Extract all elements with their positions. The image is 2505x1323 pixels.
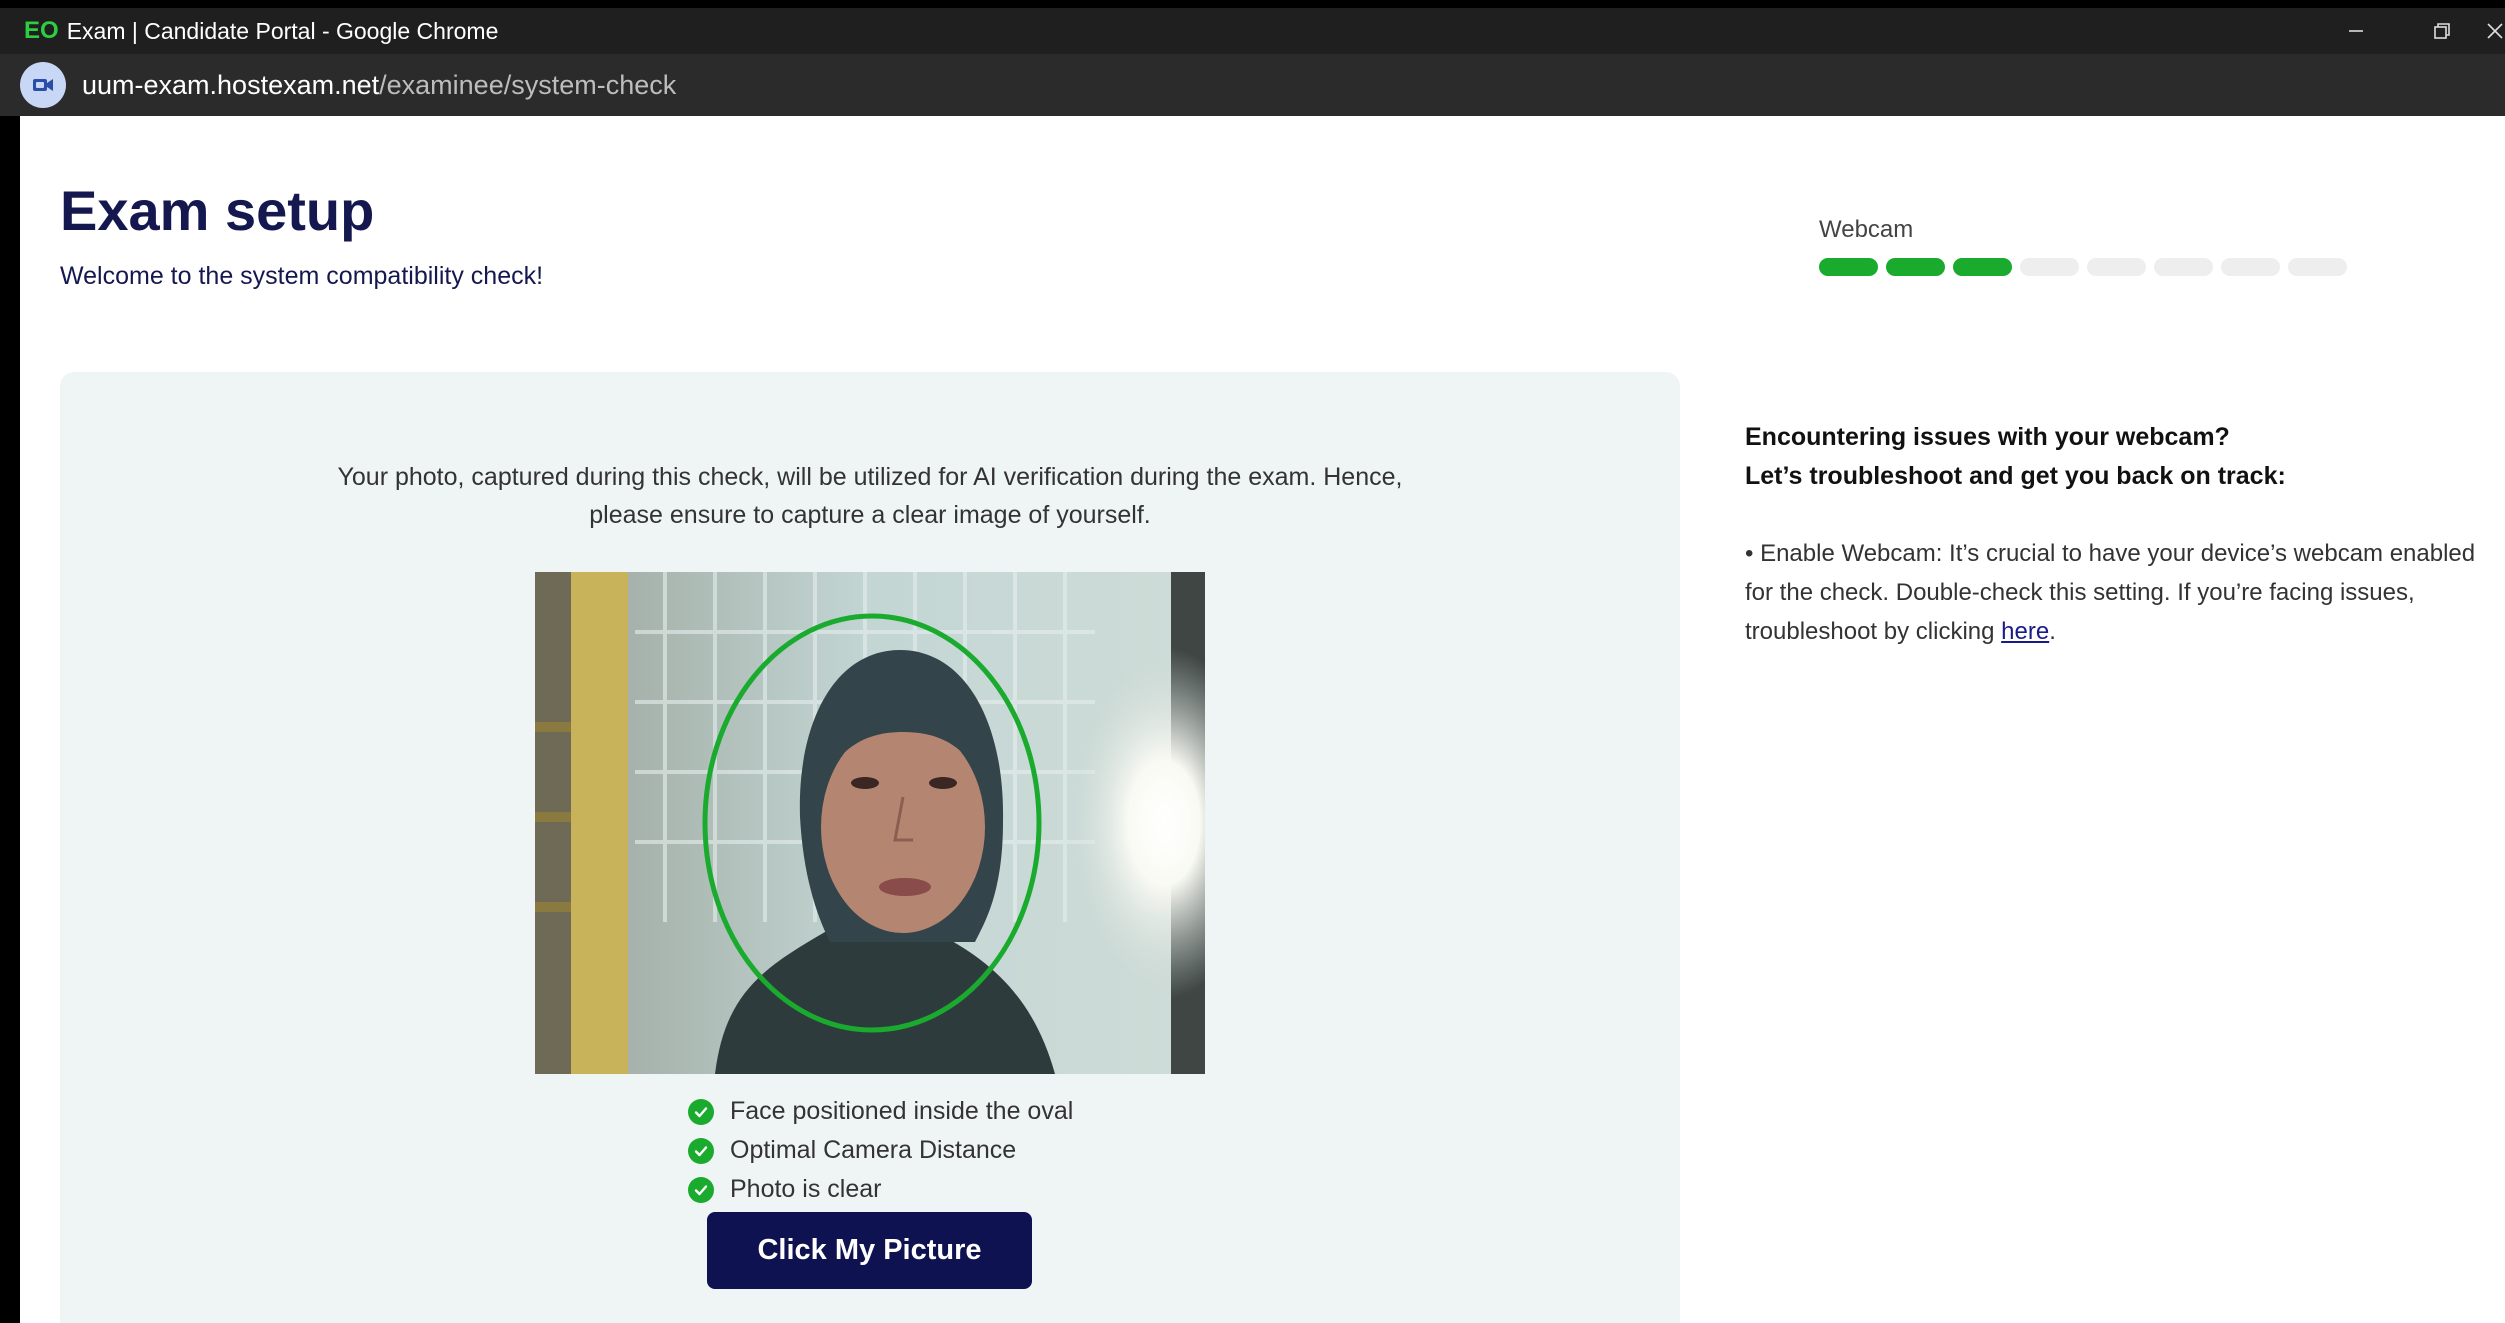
check-item-label: Photo is clear bbox=[730, 1175, 882, 1203]
progress-steps bbox=[1819, 258, 2419, 276]
window-title: Exam | Candidate Portal - Google Chrome bbox=[66, 17, 499, 44]
check-item-label: Face positioned inside the oval bbox=[730, 1097, 1074, 1125]
progress-step-3 bbox=[1953, 258, 2012, 276]
troubleshoot-tip-text: • Enable Webcam: It’s crucial to have yo… bbox=[1745, 540, 2476, 645]
troubleshoot-panel: Encountering issues with your webcam? Le… bbox=[1745, 418, 2485, 651]
window-controls bbox=[2313, 8, 2505, 54]
url-text[interactable]: uum-exam.hostexam.net/examinee/system-ch… bbox=[82, 70, 676, 101]
progress-step-label: Webcam bbox=[1819, 216, 1914, 243]
troubleshoot-tip-end: . bbox=[2049, 618, 2056, 645]
troubleshoot-here-link[interactable]: here bbox=[2001, 618, 2049, 645]
app-logo: EO bbox=[24, 17, 59, 44]
check-item: Photo is clear bbox=[688, 1170, 1073, 1209]
troubleshoot-title-line1: Encountering issues with your webcam? bbox=[1745, 423, 2230, 451]
progress-step-2 bbox=[1886, 258, 1945, 276]
photo-instructions-line1: Your photo, captured during this check, … bbox=[337, 463, 1403, 491]
check-circle-icon bbox=[688, 1137, 714, 1164]
check-item: Face positioned inside the oval bbox=[688, 1092, 1073, 1131]
progress-step-5 bbox=[2087, 258, 2146, 276]
setup-progress: Webcam bbox=[1819, 216, 2419, 276]
progress-step-1 bbox=[1819, 258, 1878, 276]
close-button[interactable] bbox=[2485, 8, 2505, 54]
address-bar[interactable]: uum-exam.hostexam.net/examinee/system-ch… bbox=[0, 54, 2505, 116]
close-icon bbox=[2487, 23, 2503, 39]
photo-instructions-line2: please ensure to capture a clear image o… bbox=[589, 501, 1151, 529]
minimize-icon bbox=[2349, 30, 2363, 32]
browser-window: EO Exam | Candidate Portal - Google Chro… bbox=[0, 8, 2505, 1323]
photo-instructions: Your photo, captured during this check, … bbox=[320, 458, 1420, 534]
progress-step-8 bbox=[2288, 258, 2347, 276]
webcam-preview bbox=[535, 572, 1205, 1074]
check-item: Optimal Camera Distance bbox=[688, 1131, 1073, 1170]
progress-step-6 bbox=[2154, 258, 2213, 276]
restore-button[interactable] bbox=[2399, 8, 2485, 54]
progress-step-4 bbox=[2020, 258, 2079, 276]
url-path: /examinee/system-check bbox=[379, 69, 677, 100]
check-item-label: Optimal Camera Distance bbox=[730, 1136, 1017, 1164]
troubleshoot-title: Encountering issues with your webcam? Le… bbox=[1745, 418, 2485, 496]
url-host: uum-exam.hostexam.net bbox=[82, 69, 380, 100]
click-my-picture-button[interactable]: Click My Picture bbox=[707, 1212, 1032, 1289]
webcam-check-card: Your photo, captured during this check, … bbox=[60, 372, 1680, 1323]
page-title: Exam setup bbox=[60, 179, 375, 242]
page-subtitle: Welcome to the system compatibility chec… bbox=[60, 262, 544, 290]
troubleshoot-tip: • Enable Webcam: It’s crucial to have yo… bbox=[1745, 534, 2485, 651]
check-circle-icon bbox=[688, 1176, 714, 1203]
page-content: Exam setup Welcome to the system compati… bbox=[20, 116, 2505, 1323]
camera-permission-icon[interactable] bbox=[20, 62, 66, 108]
restore-icon bbox=[2434, 23, 2450, 39]
webcam-checklist: Face positioned inside the oval Optimal C… bbox=[688, 1092, 1073, 1209]
check-circle-icon bbox=[688, 1098, 714, 1125]
minimize-button[interactable] bbox=[2313, 8, 2399, 54]
title-bar: EO Exam | Candidate Portal - Google Chro… bbox=[0, 8, 2505, 54]
troubleshoot-title-line2: Let’s troubleshoot and get you back on t… bbox=[1745, 462, 2286, 490]
progress-step-7 bbox=[2221, 258, 2280, 276]
